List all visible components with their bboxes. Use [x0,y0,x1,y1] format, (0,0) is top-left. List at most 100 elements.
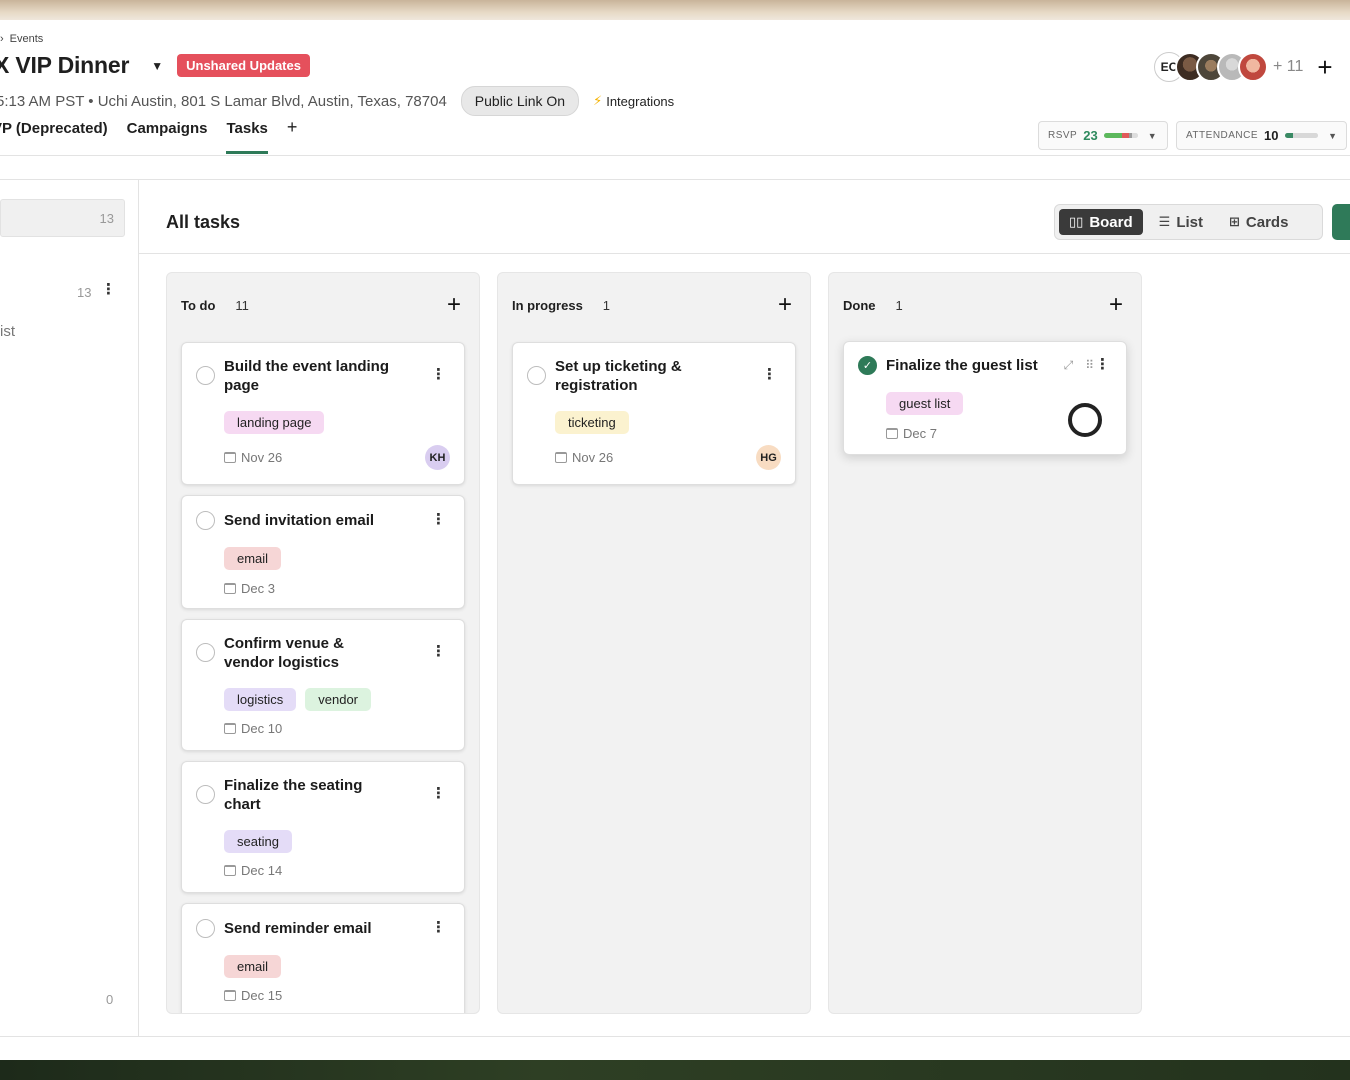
sidebar-item-count: 13 [99,211,114,226]
cards-view-button[interactable]: ⊞ Cards [1219,209,1298,235]
task-card[interactable]: Send reminder email ⋮ email Dec 15 [181,903,465,1013]
add-tab-button[interactable]: + [287,117,298,152]
board-icon: ▯▯ [1069,214,1084,229]
complete-checkbox[interactable] [196,366,215,385]
tag-list: logistics vendor [224,688,371,711]
sidebar-item-all-tasks[interactable]: 13 [0,199,125,237]
complete-checkbox[interactable] [196,785,215,804]
collaborator-avatars[interactable]: EC + 11 + [1154,52,1333,82]
public-link-toggle[interactable]: Public Link On [460,86,580,116]
due-date-label: Dec 15 [241,988,283,1003]
sidebar-footer-count: 0 [106,992,114,1007]
more-options-icon[interactable]: ⋮ [1095,357,1110,372]
more-options-icon[interactable]: ⋮ [762,367,777,382]
task-card[interactable]: Build the event landing page ⋮ landing p… [181,342,465,485]
sidebar-item-label[interactable]: ist [0,323,15,340]
main-title: All tasks [166,212,241,232]
due-date: Dec 10 [224,721,282,736]
tag-list: ticketing [555,411,629,434]
attendance-count: 10 [1264,128,1279,143]
integrations-label: Integrations [606,93,675,109]
column-header: In progress 1 + [512,293,792,317]
task-card[interactable]: Send invitation email ⋮ email Dec 3 [181,495,465,609]
tag[interactable]: email [224,955,282,978]
rsvp-dropdown[interactable]: RSVP 23 ▼ [1038,121,1168,150]
complete-checkbox[interactable] [196,643,215,662]
column-header: Done 1 + [843,293,1123,317]
tag-list: email [224,955,282,978]
list-icon: ☰ [1158,214,1171,229]
calendar-icon [224,990,236,1001]
more-options-icon[interactable]: ⋮ [431,367,446,382]
task-card[interactable]: Finalize the seating chart ⋮ seating Dec… [181,761,465,893]
task-card[interactable]: Confirm venue & vendor logistics ⋮ logis… [181,619,465,751]
due-date-label: Dec 10 [241,721,283,736]
tab-rsvp-deprecated[interactable]: VP (Deprecated) [0,120,108,151]
complete-checkbox[interactable] [527,366,546,385]
complete-checkbox[interactable] [196,919,215,938]
more-options-icon[interactable]: ⋮ [431,512,446,527]
complete-checkbox[interactable] [196,511,215,530]
add-task-button[interactable]: + [447,293,461,317]
more-options-icon[interactable]: ⋮ [431,920,446,935]
drag-handle-icon[interactable]: ⠿ [1085,358,1094,373]
avatar[interactable] [1238,52,1268,82]
chevron-down-icon[interactable]: ▼ [151,59,163,73]
rsvp-progress-bar [1103,133,1138,138]
breadcrumb[interactable]: › Events [0,33,43,45]
add-task-button[interactable]: + [778,293,792,317]
assignee-avatar[interactable]: KH [425,445,450,470]
loading-spinner-icon [1068,403,1102,437]
assignee-avatar[interactable]: HG [756,445,781,470]
calendar-icon [555,452,567,463]
attendance-dropdown[interactable]: ATTENDANCE 10 ▼ [1176,121,1347,150]
tab-tasks[interactable]: Tasks [226,120,268,154]
task-title: Finalize the seating chart [224,777,363,813]
task-card[interactable]: ✓ Finalize the guest list ⤢ ⠿ ⋮ guest li… [843,341,1127,455]
unshared-updates-badge[interactable]: Unshared Updates [177,54,310,77]
due-date: Nov 26 [224,450,282,465]
column-in-progress: In progress 1 + Set up ticketing & regis… [497,272,811,1014]
primary-action-button[interactable] [1332,204,1350,240]
column-to-do: To do 11 + Build the event landing page … [166,272,480,1014]
tab-campaigns[interactable]: Campaigns [127,120,208,151]
integrations-button[interactable]: ⚡ Integrations [593,93,674,109]
more-options-icon[interactable]: ⋮ [431,786,446,801]
more-options-icon[interactable]: ⋮ [101,282,116,297]
page-title: X VIP Dinner [0,52,130,78]
tag[interactable]: logistics [224,688,297,711]
task-title: Send reminder email [224,920,372,937]
window-bottom-edge [0,1060,1350,1080]
tag[interactable]: email [224,547,282,570]
add-task-button[interactable]: + [1109,293,1123,317]
due-date-label: Dec 14 [241,863,283,878]
subheader-divider [0,179,1350,180]
tag[interactable]: seating [224,830,292,853]
list-view-button[interactable]: ☰ List [1149,209,1213,235]
board-view-button[interactable]: ▯▯ Board [1059,209,1143,235]
due-date-label: Nov 26 [241,450,283,465]
tag[interactable]: landing page [224,411,325,434]
progress-segment [1292,133,1319,138]
task-title: Build the event landing page [224,358,390,394]
tag-list: guest list [886,392,964,415]
rsvp-label: RSVP [1048,130,1078,141]
due-date: Dec 3 [224,581,275,596]
expand-icon[interactable]: ⤢ [1064,358,1074,373]
add-collaborator-button[interactable]: + [1317,54,1332,80]
tag[interactable]: vendor [305,688,371,711]
more-collaborators-count[interactable]: + 11 [1273,58,1303,76]
column-count: 11 [235,297,249,313]
more-options-icon[interactable]: ⋮ [431,644,446,659]
view-switcher: ▯▯ Board ☰ List ⊞ Cards [1054,204,1323,240]
due-date: Dec 7 [886,426,937,441]
completed-checkbox[interactable]: ✓ [858,356,877,375]
tab-bar: VP (Deprecated) Campaigns Tasks + [0,117,316,154]
breadcrumb-events[interactable]: Events [10,33,44,45]
tag[interactable]: guest list [886,392,964,415]
task-card[interactable]: Set up ticketing & registration ⋮ ticket… [512,342,796,485]
tag-list: seating [224,830,292,853]
tag[interactable]: ticketing [555,411,629,434]
calendar-icon [224,452,236,463]
attendance-progress-bar [1284,133,1319,138]
